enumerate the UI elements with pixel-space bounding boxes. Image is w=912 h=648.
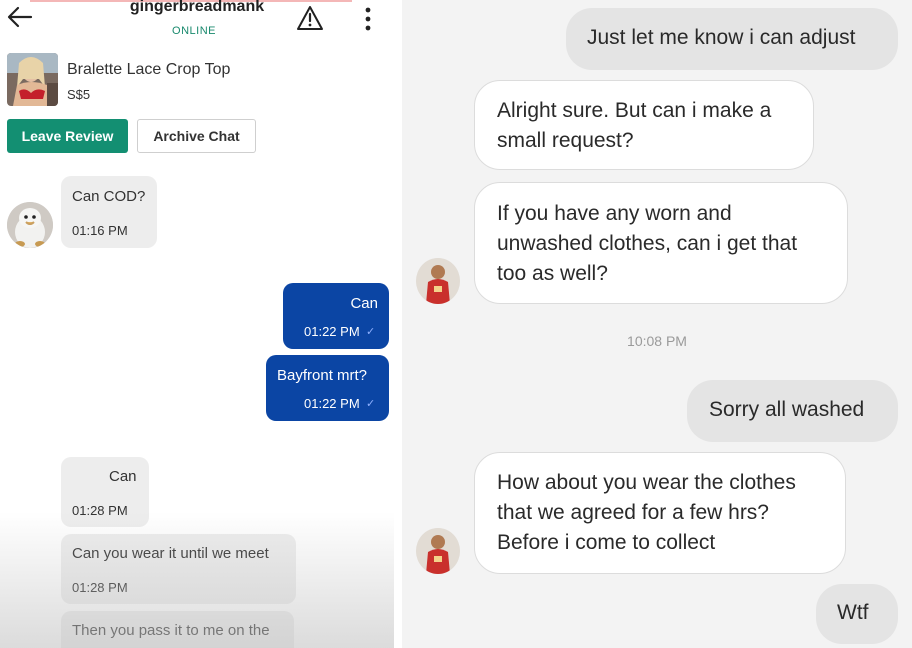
product-price: S$5 [67, 87, 91, 102]
message-bubble-incoming: Alright sure. But can i make a small req… [474, 80, 814, 170]
message-bubble-outgoing: Sorry all washed [687, 380, 898, 442]
message-bubble-incoming: Can you wear it until we meet 01:28 PM [61, 534, 296, 604]
message-bubble-outgoing: Wtf [816, 584, 898, 644]
chat-timestamp: 10:08 PM [627, 333, 687, 349]
message-text: Can you wear it until we meet [72, 545, 269, 562]
online-status: ONLINE [172, 25, 216, 37]
message-text: Bayfront mrt? [277, 367, 368, 384]
message-line: that we agreed for a few hrs? [497, 501, 769, 524]
panel-divider [394, 0, 402, 648]
message-bubble-incoming: Then you pass it to me on the [61, 611, 294, 648]
message-time: 01:22 PM [304, 396, 360, 411]
leave-review-button[interactable]: Leave Review [7, 119, 128, 153]
carousell-chat-panel: gingerbreadmank ONLINE Bralette Lace Cro… [0, 0, 394, 648]
message-text: Can COD? [72, 188, 146, 205]
message-time: 01:16 PM [72, 223, 128, 238]
message-bubble-outgoing: Can 01:22 PM ✓ [283, 283, 389, 349]
contact-avatar[interactable] [416, 258, 460, 304]
message-line: Wtf [837, 601, 869, 624]
message-time: 01:28 PM [72, 580, 128, 595]
message-bubble-incoming: Can COD? 01:16 PM [61, 176, 157, 248]
warning-icon[interactable] [296, 5, 324, 31]
message-time: 01:28 PM [72, 503, 128, 518]
message-bubble-outgoing: Bayfront mrt? 01:22 PM ✓ [266, 355, 389, 421]
message-line: small request? [497, 129, 634, 152]
read-check-icon: ✓ [366, 326, 376, 338]
message-line: Sorry all washed [709, 398, 865, 421]
message-text: Then you pass it to me on the [72, 622, 270, 639]
archive-chat-button[interactable]: Archive Chat [137, 119, 256, 153]
chat-username[interactable]: gingerbreadmank [0, 0, 394, 16]
message-line: too as well? [497, 262, 608, 285]
contact-avatar[interactable] [416, 528, 460, 574]
second-chat-panel: Just let me know i can adjust Alright su… [402, 0, 912, 648]
message-bubble-incoming: How about you wear the clothes that we a… [474, 452, 846, 574]
message-text: Can [350, 295, 378, 312]
message-line: How about you wear the clothes [497, 471, 796, 494]
message-bubble-outgoing: Just let me know i can adjust [566, 8, 898, 70]
product-name[interactable]: Bralette Lace Crop Top [67, 61, 230, 79]
message-line: Just let me know i can adjust [587, 26, 856, 49]
message-bubble-incoming: If you have any worn and unwashed clothe… [474, 182, 848, 304]
message-line: Alright sure. But can i make a [497, 99, 772, 122]
message-line: unwashed clothes, can i get that [497, 232, 798, 255]
message-line: If you have any worn and [497, 202, 732, 225]
message-bubble-incoming: Can 01:28 PM [61, 457, 149, 527]
message-time: 01:22 PM [304, 324, 360, 339]
more-options-icon[interactable] [358, 5, 378, 33]
product-thumbnail[interactable] [7, 53, 58, 106]
message-text: Can [109, 468, 137, 485]
read-check-icon: ✓ [366, 398, 376, 410]
contact-avatar[interactable] [7, 202, 53, 248]
message-line: Before i come to collect [497, 531, 716, 554]
